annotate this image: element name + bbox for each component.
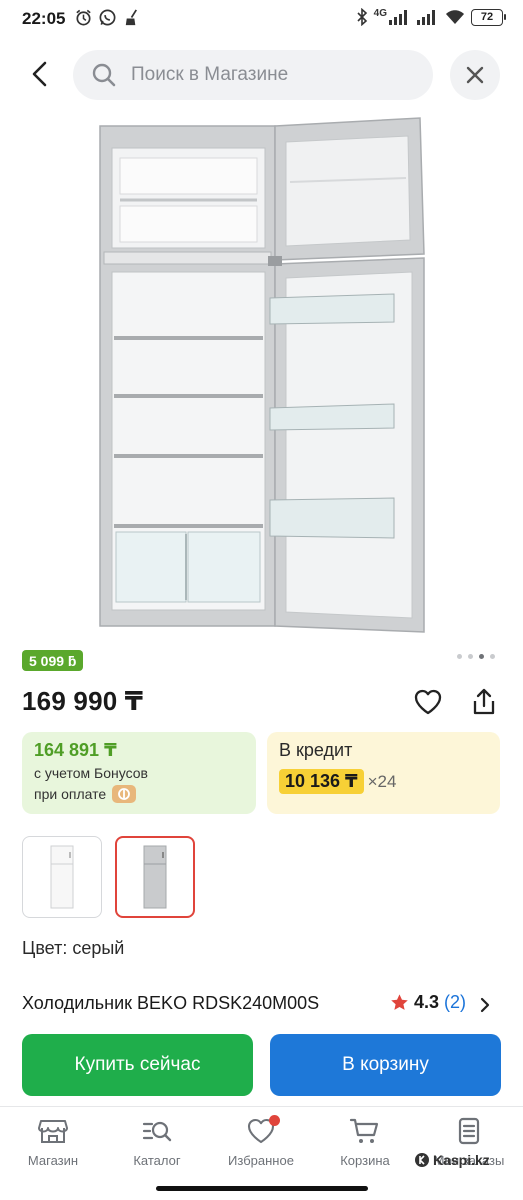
bonus-line-2: при оплате <box>34 786 107 802</box>
product-price: 169 990 ₸ <box>22 686 144 716</box>
buy-now-button[interactable]: Купить сейчас <box>22 1034 253 1096</box>
bonus-line-1: с учетом Бонусов <box>34 765 148 781</box>
battery-indicator: 72 <box>471 8 506 26</box>
chevron-left-icon <box>32 61 47 87</box>
kaspi-pay-icon <box>112 785 137 803</box>
close-icon <box>466 66 484 84</box>
color-label: Цвет: серый <box>22 938 125 958</box>
pager-dot[interactable] <box>479 654 484 659</box>
variant-gray[interactable] <box>115 836 195 918</box>
orders-icon <box>458 1117 480 1145</box>
nav-shop[interactable]: Магазин <box>3 1117 103 1168</box>
pager-dot[interactable] <box>490 654 495 659</box>
pager-dot[interactable] <box>468 654 473 659</box>
kaspi-logo <box>415 1153 429 1167</box>
search-input[interactable] <box>131 64 401 86</box>
credit-card[interactable]: В кредит 10 136 ₸ ×24 <box>267 732 500 814</box>
search-bar[interactable] <box>73 50 433 100</box>
shop-icon <box>38 1120 68 1143</box>
share-button[interactable] <box>466 684 502 720</box>
back-button[interactable] <box>22 56 58 92</box>
rating-value: 4.3 <box>414 992 440 1012</box>
credit-term: ×24 <box>367 771 397 791</box>
signal-icon-2 <box>417 10 435 25</box>
review-count[interactable]: (2) <box>444 992 466 1013</box>
bonus-price-card: 164 891 ₸ с учетом Бонусов при оплате <box>22 732 256 814</box>
close-button[interactable] <box>450 50 500 100</box>
product-image[interactable] <box>90 112 435 642</box>
status-time: 22:05 <box>22 9 66 28</box>
nav-cart[interactable]: Корзина <box>315 1117 415 1168</box>
catalog-icon <box>142 1121 172 1142</box>
product-title: Холодильник BEKO RDSK240M00S <box>22 993 320 1013</box>
nav-catalog[interactable]: Каталог <box>107 1117 207 1168</box>
cart-icon <box>349 1118 379 1143</box>
kaspi-watermark: Kaspi.kz <box>414 1152 490 1168</box>
network-type: 4G <box>373 7 387 19</box>
broom-icon <box>125 9 137 26</box>
chevron-right-icon[interactable] <box>478 996 492 1014</box>
notification-dot <box>269 1115 280 1126</box>
search-icon <box>92 63 116 87</box>
bonus-price: 164 891 ₸ <box>34 740 117 760</box>
signal-icon <box>389 10 407 25</box>
credit-title: В кредит <box>279 740 353 760</box>
product-rating[interactable]: 4.3 (2) <box>390 992 466 1013</box>
credit-amount: 10 136 ₸ <box>279 769 364 794</box>
alarm-icon <box>76 9 91 26</box>
heart-icon <box>414 689 442 715</box>
fridge-white-thumbnail <box>50 845 74 909</box>
favorite-button[interactable] <box>410 684 446 720</box>
fridge-gray-thumbnail <box>143 845 167 909</box>
add-to-cart-button[interactable]: В корзину <box>270 1034 501 1096</box>
share-icon <box>473 688 495 715</box>
image-pager <box>457 654 495 659</box>
bonus-badge: 5 099 ƃ <box>22 650 84 671</box>
nav-favorites[interactable]: Избранное <box>211 1115 311 1168</box>
pager-dot[interactable] <box>457 654 462 659</box>
whatsapp-icon <box>99 9 116 26</box>
variant-white[interactable] <box>22 836 102 918</box>
gesture-bar[interactable] <box>156 1186 368 1191</box>
status-bar: 22:05 4G 72 <box>0 0 523 40</box>
wifi-icon <box>446 10 464 24</box>
star-icon <box>391 994 408 1010</box>
bluetooth-icon <box>357 8 367 26</box>
